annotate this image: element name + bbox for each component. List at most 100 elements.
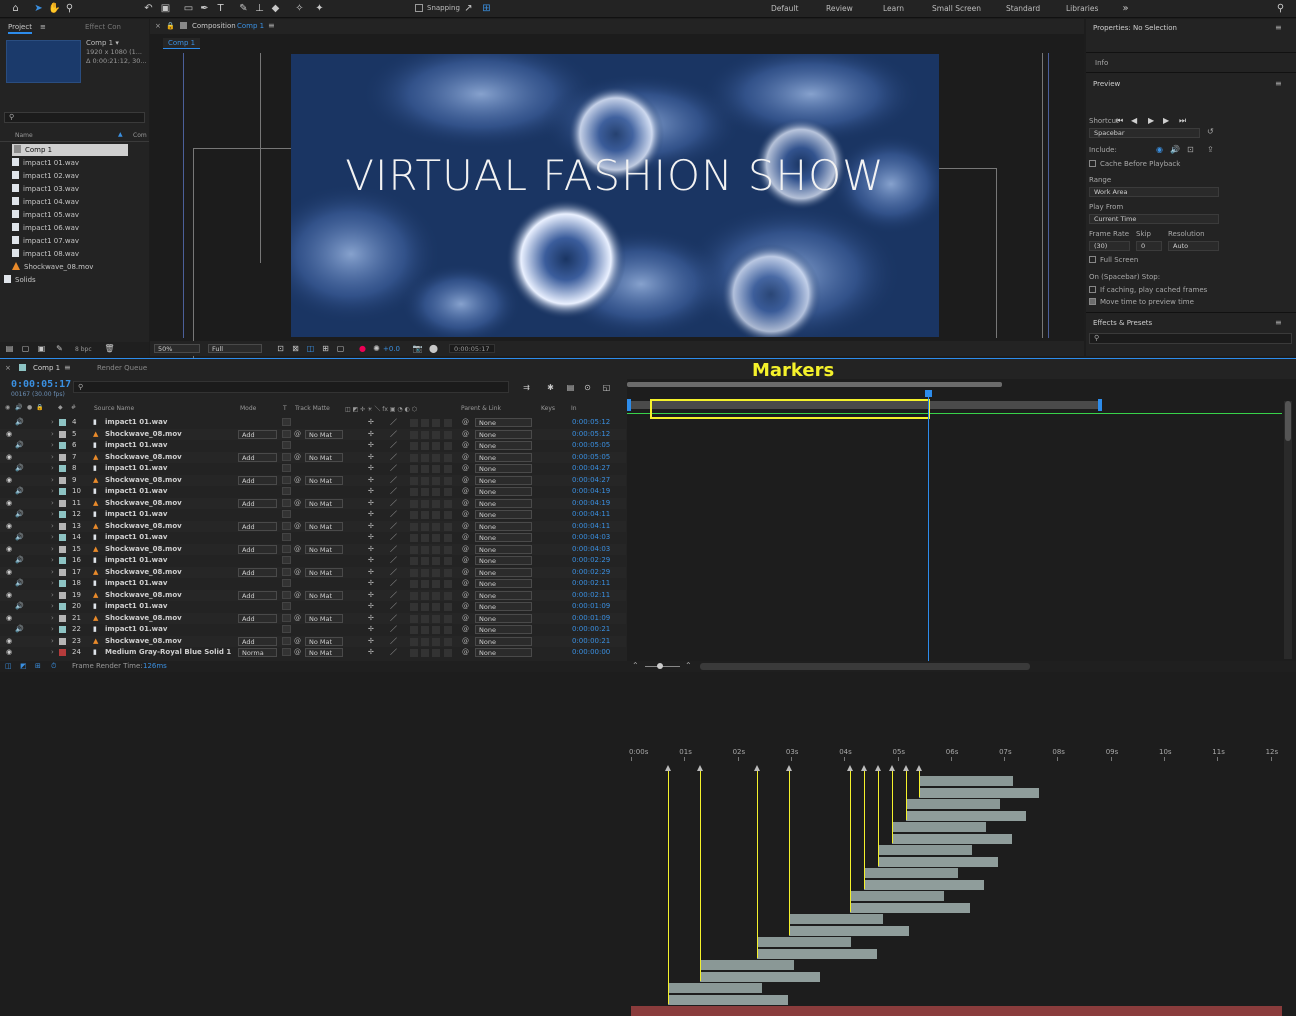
label-color-icon[interactable] [59,534,66,541]
switch-box[interactable] [444,637,452,646]
preserve-transparency-toggle[interactable] [282,452,291,461]
mask-icon[interactable]: ◫ [305,343,316,354]
hand-tool-icon[interactable]: ✋ [48,3,60,14]
switch-box[interactable] [410,534,418,542]
blend-mode-dropdown[interactable]: Add [238,636,277,646]
switch-box[interactable] [410,614,418,623]
switch-box[interactable] [444,591,452,600]
switch-box[interactable] [410,499,418,508]
switch-box[interactable] [421,419,429,427]
parent-dropdown[interactable]: None [475,475,532,485]
layer-bar[interactable] [877,856,998,867]
layer-row[interactable]: ◉ › 11 ▲ Shockwave_08.mov Add @ No Mat ✢ ／ @ None 0:… [0,497,626,509]
expand-icon[interactable]: › [51,624,54,635]
label-color-icon[interactable] [59,626,66,633]
switch-box[interactable] [421,522,429,531]
pickwhip-icon[interactable]: @ [294,647,301,658]
switch-box[interactable] [421,580,429,588]
preserve-transparency-toggle[interactable] [282,441,291,449]
layer-row[interactable]: ◉ › 24 ▮ Medium Gray-Royal Blue Solid 1 Norma… [0,647,626,659]
mode-header[interactable]: Mode [240,405,256,412]
switch-box[interactable] [432,545,440,554]
snapshot-icon[interactable]: 📷 [412,343,423,354]
label-color-icon[interactable] [59,614,66,622]
layer-name[interactable]: impact1 01.wav [105,601,167,612]
parent-dropdown[interactable]: None [475,648,532,657]
layer-row[interactable]: ◉ › 5 ▲ Shockwave_08.mov Add @ No Mat ✢ ／ @ None 0:0… [0,428,626,440]
layer-name[interactable]: Shockwave_08.mov [105,452,182,463]
in-out-icon[interactable]: ⊞ [35,662,41,670]
label-color-icon[interactable] [59,591,66,599]
parent-pickwhip-icon[interactable]: @ [462,417,469,428]
in-point-value[interactable]: 0:00:02:29 [572,567,610,578]
speaker-icon[interactable]: 🔊 [15,509,24,520]
in-point-value[interactable]: 0:00:05:05 [572,452,610,463]
layer-name[interactable]: Shockwave_08.mov [105,498,182,509]
channel-icon[interactable]: ● [357,343,368,354]
panel-menu-icon[interactable]: ≡ [1275,318,1282,327]
expand-icon[interactable]: › [51,636,54,647]
layer-bar[interactable] [863,879,984,890]
layer-name[interactable]: Shockwave_08.mov [105,429,182,440]
switch-box[interactable] [410,591,418,600]
shy-switch-icon[interactable]: ✢ [368,601,374,612]
switch-box[interactable] [432,499,440,508]
shy-switch-icon[interactable]: ✢ [368,521,374,532]
switch-box[interactable] [410,626,418,634]
pickwhip-icon[interactable]: @ [294,475,301,486]
layer-name[interactable]: Medium Gray-Royal Blue Solid 1 [105,647,231,658]
label-color-icon[interactable] [59,453,66,461]
exposure-value[interactable]: +0.0 [383,345,400,353]
playfrom-dropdown[interactable]: Current Time [1089,214,1219,224]
shortcut-dropdown[interactable]: Spacebar [1089,128,1200,138]
quality-switch-icon[interactable]: ／ [390,590,397,601]
layer-row[interactable]: 🔊 › 16 ▮ impact1 01.wav ✢ ／ @ None 0:00:02:29 [0,555,626,567]
layer-row[interactable]: ◉ › 13 ▲ Shockwave_08.mov Add @ No Mat ✢ ／ @ None 0:… [0,520,626,532]
parent-pickwhip-icon[interactable]: @ [462,532,469,543]
switch-box[interactable] [421,476,429,485]
switch-box[interactable] [444,557,452,565]
parent-dropdown[interactable]: None [475,590,532,600]
parent-dropdown[interactable]: None [475,441,532,450]
layer-search-input[interactable]: ⚲ [73,381,509,393]
layer-bar[interactable] [906,810,1027,821]
parent-pickwhip-icon[interactable]: @ [462,463,469,474]
track-matte-dropdown[interactable]: No Mat [305,636,343,646]
blend-mode-dropdown[interactable]: Add [238,521,277,531]
next-frame-icon[interactable]: ▶︎ [1163,116,1169,125]
preserve-transparency-toggle[interactable] [282,464,291,472]
delete-icon[interactable]: 🗑 [104,343,115,354]
in-point-value[interactable]: 0:00:02:11 [572,578,610,589]
switch-box[interactable] [432,476,440,485]
label-color-icon[interactable] [59,511,66,518]
track-matte-dropdown[interactable]: No Mat [305,544,343,554]
reset-icon[interactable]: ↺ [1207,127,1214,136]
pickwhip-icon[interactable]: @ [294,613,301,624]
switch-box[interactable] [421,603,429,611]
switch-box[interactable] [444,419,452,427]
audio-include-icon[interactable]: 🔊 [1170,145,1180,154]
vertical-scrollbar[interactable] [1284,401,1292,659]
track-matte-dropdown[interactable]: No Mat [305,521,343,531]
workspace-libraries[interactable]: Libraries [1066,4,1098,13]
parent-dropdown[interactable]: None [475,636,532,646]
in-point-value[interactable]: 0:00:01:09 [572,613,610,624]
home-icon[interactable]: ⌂ [10,3,21,14]
switch-box[interactable] [432,580,440,588]
project-item[interactable]: impact1 08.wav [12,248,79,260]
parent-pickwhip-icon[interactable]: @ [462,509,469,520]
switch-box[interactable] [410,465,418,473]
preserve-transparency-toggle[interactable] [282,648,291,656]
pickwhip-icon[interactable]: @ [294,452,301,463]
layer-row[interactable]: ◉ › 17 ▲ Shockwave_08.mov Add @ No Mat ✢ ／ @ None 0:… [0,566,626,578]
label-color-icon[interactable] [59,465,66,472]
blend-mode-dropdown[interactable]: Add [238,567,277,577]
layer-row[interactable]: 🔊 › 4 ▮ impact1 01.wav ✢ ／ @ None 0:00:05:12 [0,417,626,429]
selection-tool-icon[interactable]: ➤ [33,3,44,14]
zoom-dropdown[interactable]: 50% [154,344,200,353]
eraser-tool-icon[interactable]: ◆ [270,3,281,14]
shy-switch-icon[interactable]: ✢ [368,567,374,578]
switch-box[interactable] [432,603,440,611]
switch-box[interactable] [444,430,452,439]
parent-pickwhip-icon[interactable]: @ [462,486,469,497]
